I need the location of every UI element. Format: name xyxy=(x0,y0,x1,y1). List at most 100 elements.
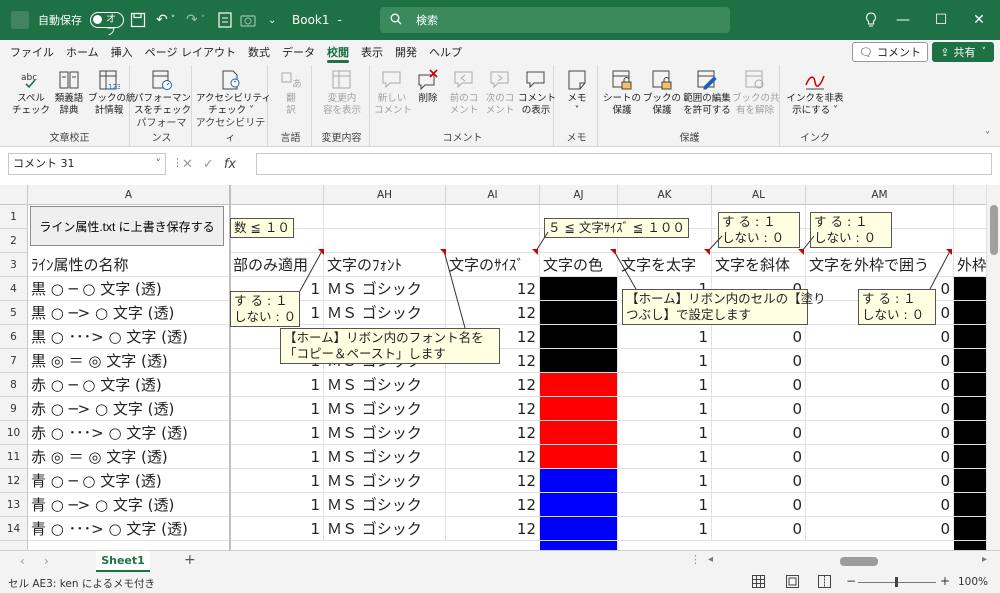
vertical-scrollbar[interactable] xyxy=(986,185,1000,550)
notes-label-2: ˅ xyxy=(574,105,580,116)
thesaurus-label-1: 類義語 xyxy=(54,93,84,104)
group-ink: インクを非表 示にする ˅ インク xyxy=(782,65,848,147)
next-comment-icon xyxy=(489,69,511,91)
vertical-scroll-thumb[interactable] xyxy=(990,205,998,255)
zoom-out-icon[interactable]: − xyxy=(846,574,856,588)
formula-input[interactable] xyxy=(256,153,992,175)
delete-comment-button[interactable]: 削除 xyxy=(410,69,446,105)
scroll-left-icon[interactable]: ◂ xyxy=(708,554,713,565)
zoom-slider[interactable] xyxy=(858,577,936,587)
insert-function-icon[interactable]: fx xyxy=(224,157,236,172)
check-performance-button[interactable]: パフォーマン スをチェック xyxy=(134,69,191,117)
unshare-workbook-icon xyxy=(744,69,766,91)
protect-sheet-button[interactable]: シートの 保護 xyxy=(602,69,642,117)
scroll-right-icon[interactable]: ▸ xyxy=(982,554,987,565)
comments-button-label: コメント xyxy=(877,46,921,59)
thesaurus-button[interactable]: 類義語 辞典 xyxy=(50,69,88,117)
comment-icon: 🗨 xyxy=(859,45,873,59)
comment-indicator[interactable] xyxy=(798,249,804,255)
ribbon: abc スペル チェック 類義語 辞典 123 ブックの統 計情報 文章校正 パ… xyxy=(0,65,1000,147)
show-comments-label-2: の表示 xyxy=(521,105,551,116)
tab-file[interactable]: ファイル xyxy=(4,40,60,65)
hide-ink-button[interactable]: インクを非表 示にする ˅ xyxy=(784,69,846,117)
group-label-ink: インク xyxy=(800,133,830,144)
group-label-changes: 変更内容 xyxy=(321,133,362,144)
customize-qat-icon[interactable]: ⌄ xyxy=(268,0,276,40)
undo-icon[interactable]: ↶ ˅ xyxy=(156,0,175,40)
show-changes-button[interactable]: 変更内 容を表示 xyxy=(316,69,368,117)
tab-view[interactable]: 表示 xyxy=(355,40,389,65)
redo-icon[interactable]: ↷ ˅ xyxy=(186,0,205,40)
svg-text:あ: あ xyxy=(292,78,302,90)
check-accessibility-button[interactable]: アクセシビリティ チェック ˅ xyxy=(196,69,271,117)
prev-sheet-icon[interactable]: ‹ xyxy=(20,554,25,568)
add-sheet-icon[interactable]: + xyxy=(184,552,196,568)
share-button[interactable]: ⇪ 共有 ˅ xyxy=(932,42,994,62)
group-comments: 新しい コメント 削除 前のコ メント 次のコ メント コメント の表示 コメン… xyxy=(372,65,557,147)
comment-indicator[interactable] xyxy=(704,249,710,255)
show-comments-label-1: コメント xyxy=(518,93,557,104)
group-changes: 変更内 容を表示 変更内容 xyxy=(314,65,370,147)
camera-icon[interactable] xyxy=(240,0,256,40)
save-icon[interactable] xyxy=(130,0,146,40)
name-box-value: コメント 31 xyxy=(13,157,75,170)
horizontal-scrollbar[interactable] xyxy=(700,557,980,566)
close-icon[interactable]: ✕ xyxy=(956,0,1000,40)
collapse-ribbon-icon[interactable]: ˅ xyxy=(985,131,990,142)
spelling-button[interactable]: abc スペル チェック xyxy=(12,69,50,117)
comment-indicator[interactable] xyxy=(610,249,616,255)
protect-workbook-button[interactable]: ブックの 保護 xyxy=(642,69,682,117)
prev-comment-icon xyxy=(453,69,475,91)
sheet-tab-sheet1[interactable]: Sheet1 xyxy=(96,551,150,572)
search-input[interactable]: 検索 xyxy=(380,7,730,33)
page-break-view-icon[interactable] xyxy=(818,575,831,591)
new-comment-button[interactable]: 新しい コメント xyxy=(374,69,412,117)
title-bar: 自動保存 オフ ↶ ˅ ↷ ˅ ⌄ Book1 - 検索 — ☐ ✕ xyxy=(0,0,1000,40)
unshare-workbook-button[interactable]: ブックの共 有を解除 xyxy=(732,69,780,117)
workbook-stats-button[interactable]: 123 ブックの統 計情報 xyxy=(88,69,136,117)
comment-indicator[interactable] xyxy=(946,249,952,255)
enter-icon[interactable]: ✓ xyxy=(203,157,214,172)
translate-button[interactable]: あ 翻 訳 xyxy=(272,69,310,117)
tab-formulas[interactable]: 数式 xyxy=(242,40,276,65)
allow-edit-ranges-button[interactable]: 範囲の編集 を許可する xyxy=(682,69,732,117)
show-comments-button[interactable]: コメント の表示 xyxy=(518,69,557,117)
notes-button[interactable]: メモ ˅ xyxy=(558,69,596,117)
next-sheet-icon[interactable]: › xyxy=(44,554,49,568)
cancel-icon[interactable]: ✕ xyxy=(182,157,193,172)
delete-comment-icon xyxy=(417,69,439,91)
tab-review[interactable]: 校閲 xyxy=(321,40,355,65)
zoom-level[interactable]: 100% xyxy=(958,576,988,588)
horizontal-scroll-thumb[interactable] xyxy=(840,557,878,566)
workbook-stats-label-1: ブックの統 xyxy=(88,93,136,104)
group-label-performance: パフォーマンス xyxy=(136,118,187,144)
tab-data[interactable]: データ xyxy=(276,40,321,65)
tab-insert[interactable]: 挿入 xyxy=(105,40,139,65)
form-icon[interactable] xyxy=(218,0,232,40)
autosave-state: オフ xyxy=(106,14,116,38)
search-icon xyxy=(390,13,402,28)
prev-comment-button[interactable]: 前のコ メント xyxy=(446,69,482,117)
workbook-stats-icon: 123 xyxy=(98,69,121,91)
group-label-proofing: 文章校正 xyxy=(49,133,90,144)
tab-help[interactable]: ヘルプ xyxy=(423,40,468,65)
comment-indicator[interactable] xyxy=(318,249,324,255)
chevron-down-icon[interactable]: ˅ xyxy=(156,154,162,174)
tab-page-layout[interactable]: ページ レイアウト xyxy=(139,40,242,65)
normal-view-icon[interactable] xyxy=(752,575,765,591)
comment-indicator[interactable] xyxy=(532,249,538,255)
next-comment-button[interactable]: 次のコ メント xyxy=(482,69,518,117)
comment-indicator[interactable] xyxy=(440,249,446,255)
tab-home[interactable]: ホーム xyxy=(60,40,105,65)
status-bar: セル AE3: ken によるメモ付き − + 100% xyxy=(0,572,1000,593)
page-layout-view-icon[interactable] xyxy=(786,575,799,591)
name-box[interactable]: コメント 31 ˅ xyxy=(8,153,166,175)
hide-ink-label-2: 示にする ˅ xyxy=(792,105,838,116)
zoom-in-icon[interactable]: + xyxy=(940,574,950,588)
comments-button[interactable]: 🗨 コメント xyxy=(852,42,928,62)
autosave-label: 自動保存 xyxy=(38,14,82,27)
tab-developer[interactable]: 開発 xyxy=(389,40,423,65)
allow-edit-ranges-icon xyxy=(696,69,718,91)
autosave-toggle[interactable]: オフ xyxy=(84,0,124,40)
share-icon: ⇪ xyxy=(940,45,950,59)
